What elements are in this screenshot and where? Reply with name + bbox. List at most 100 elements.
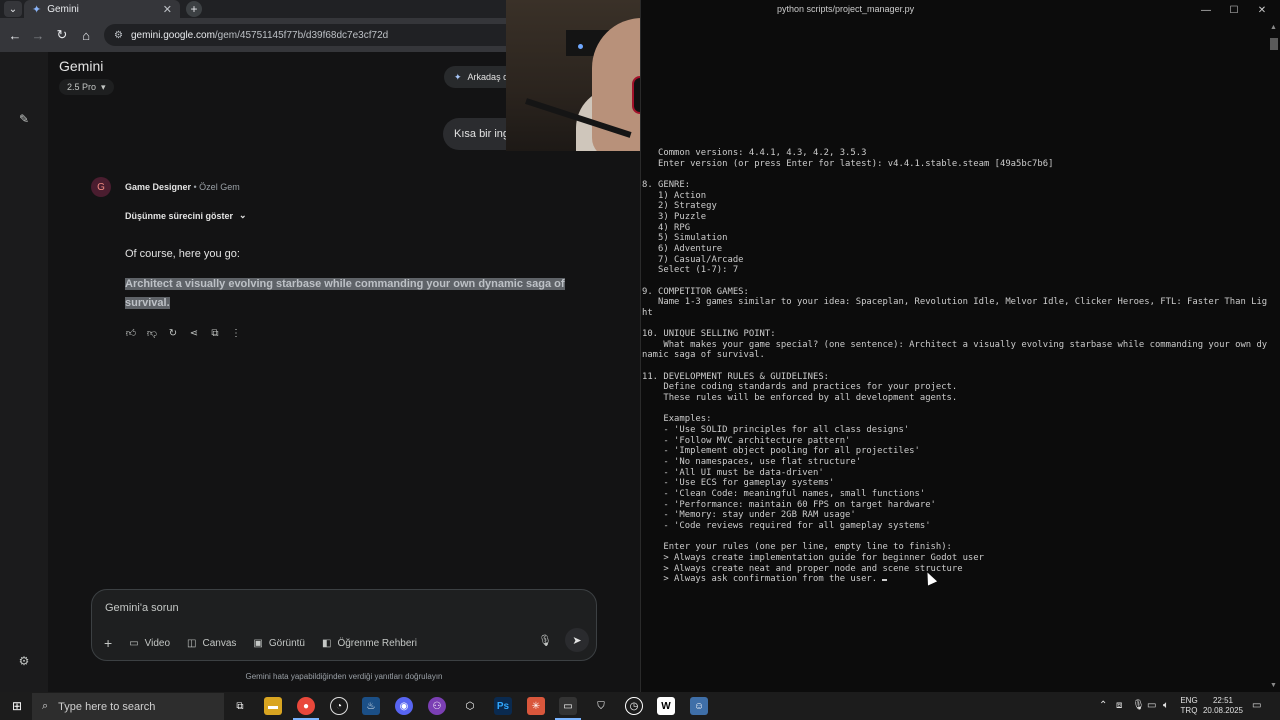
refresh-icon[interactable]: ↻ [167,327,179,339]
share-gem-label: Arkadaş d [467,72,509,82]
app-asterisk-icon[interactable]: ✳ [527,697,545,715]
microphone-icon[interactable]: 🎙︎ [538,634,552,647]
search-icon: ⌕ [42,700,49,712]
terminal-line: 8. GENRE: [642,179,691,190]
more-icon[interactable]: ⋮ [230,327,242,339]
clock-time: 22:51 [1212,696,1234,705]
copy-icon[interactable]: ⧉ [209,327,221,339]
windows-start-icon[interactable]: ⊞ [10,699,24,713]
share-icon[interactable]: ⋖ [188,327,200,339]
photoshop-icon[interactable]: Ps [494,697,512,715]
tray-mic-icon[interactable]: 🎙︎ [1132,700,1145,711]
wps-app-icon[interactable]: W [657,697,675,715]
model-selector[interactable]: 2.5 Pro ▾ [59,79,114,95]
clock-app-icon[interactable]: ◔ [330,697,348,715]
canvas-tool-button[interactable]: ◫ Canvas [187,638,236,649]
new-tab-button[interactable]: + [186,1,202,17]
chrome-icon[interactable]: ● [293,697,319,720]
video-tool-button[interactable]: ▭ Video [129,638,170,649]
network-icon[interactable]: ▭ [1147,700,1156,711]
learning-guide-label: Öğrenme Rehberi [337,637,417,649]
terminal-line: 6) Adventure [642,243,723,254]
thumbs-up-icon[interactable]: 👍︎ [125,327,137,339]
reload-icon[interactable]: ↻ [54,27,70,43]
canvas-icon: ◫ [187,637,197,649]
system-clock[interactable]: 22:51 20.08.2025 [1200,696,1246,716]
text-cursor [882,579,888,582]
canvas-tool-label: Canvas [202,637,237,649]
shield-app-icon[interactable]: ⛉ [592,697,610,715]
close-icon[interactable]: ✕ [1255,3,1269,17]
terminal-window: python scripts/project_manager.py — ☐ ✕ … [640,0,1280,692]
input-language[interactable]: ENG TRQ [1176,696,1202,716]
user-message-text: Kısa bir ing [454,128,510,140]
taskbar-search[interactable]: ⌕ Type here to search [32,693,224,720]
terminal-line: - 'No namespaces, use flat structure' [642,457,862,468]
terminal-line: 9. COMPETITOR GAMES: [642,286,749,297]
file-explorer-icon[interactable]: ▬ [264,697,282,715]
tab-gemini[interactable]: ✦ Gemini ✕ [24,0,180,18]
show-thinking-toggle[interactable]: Düşünme sürecini göster ⌄ [125,210,247,221]
tray-overflow-icon[interactable]: ⌃ [1099,700,1107,711]
image-tool-button[interactable]: ▣ Görüntü [253,638,305,649]
terminal-line: - 'Follow MVC architecture pattern' [642,435,851,446]
answer-intro: Of course, here you go: [125,248,240,260]
video-icon: ▭ [129,637,139,649]
tab-title: Gemini [47,3,79,15]
app-title: Gemini [59,58,104,74]
notifications-icon[interactable]: ▭ [1252,700,1261,711]
terminal-scrollbar-thumb[interactable] [1270,38,1278,50]
terminal-line: - 'Clean Code: meaningful names, small f… [642,489,926,499]
answer-highlight-text: Architect a visually evolving starbase w… [125,278,565,309]
task-view-icon[interactable]: ⧉ [231,697,249,715]
terminal-line: - 'Code reviews required for all gamepla… [642,520,931,531]
answer-highlight: Architect a visually evolving starbase w… [125,275,565,313]
disclaimer: Gemini hata yapabildiğinden verdiği yanı… [245,672,443,681]
steam-icon[interactable]: ♨ [362,697,380,715]
thumbs-down-icon[interactable]: 👎︎ [146,327,158,339]
terminal-line: Name 1-3 games similar to your idea: Spa… [642,297,1268,308]
language-code: ENG [1180,696,1198,705]
terminal-line: - 'Use SOLID principles for all class de… [642,425,910,436]
godot-icon[interactable]: ☺ [690,697,708,715]
forward-icon[interactable]: → [30,27,46,43]
learning-guide-button[interactable]: ◧ Öğrenme Rehberi [322,638,417,649]
send-button[interactable]: ➤ [565,628,589,652]
terminal-line: - 'Performance: maintain 60 FPS on targe… [642,499,936,510]
minimize-icon[interactable]: — [1199,3,1213,17]
tray-app-icon[interactable]: ⧈ [1116,700,1122,711]
gear-icon[interactable]: ⚙ [16,653,32,669]
edit-icon[interactable]: ✎ [16,111,32,127]
video-tool-label: Video [144,637,171,649]
terminal-line: Define coding standards and practices fo… [642,382,958,393]
discord-icon[interactable]: ◉ [395,697,413,715]
plus-icon: + [104,635,113,651]
volume-icon[interactable]: 🔈︎ [1163,700,1169,711]
clock-icon[interactable]: ◷ [625,697,643,715]
github-icon[interactable]: ⚇ [428,697,446,715]
close-tab-icon[interactable]: ✕ [163,3,172,16]
terminal-title: python scripts/project_manager.py [777,4,915,14]
tab-search-icon[interactable]: ⌄ [4,1,22,17]
site-info-icon[interactable]: ⚙ [114,30,123,41]
terminal-output[interactable]: Common versions: 4.4.1, 4.3, 4.2, 3.5.3 … [642,148,1270,585]
add-attachment-button[interactable]: + [104,635,112,651]
webcam-light [578,44,583,49]
terminal-line: 2) Strategy [642,201,717,212]
taskbar: ⊞ ⌕ Type here to search ⧉ ▬ ● ◔ ♨ ◉ ⚇ ⬡ … [0,692,1280,720]
maximize-icon[interactable]: ☐ [1227,3,1241,17]
scroll-down-icon[interactable]: ▼ [1270,682,1277,689]
app-cube-icon[interactable]: ⬡ [461,697,479,715]
scroll-up-icon[interactable]: ▲ [1270,24,1277,31]
prompt-composer[interactable]: Gemini'a sorun + ▭ Video ◫ Canvas ▣ Görüntü… [91,589,597,661]
back-icon[interactable]: ← [7,27,23,43]
home-icon[interactable]: ⌂ [78,27,94,43]
terminal-icon[interactable]: ▭ [555,697,581,720]
prompt-input[interactable]: Gemini'a sorun [105,602,179,614]
taskbar-search-placeholder: Type here to search [58,700,156,713]
url-host: gemini.google.com [130,29,215,41]
terminal-line: 7) Casual/Arcade [642,254,744,265]
